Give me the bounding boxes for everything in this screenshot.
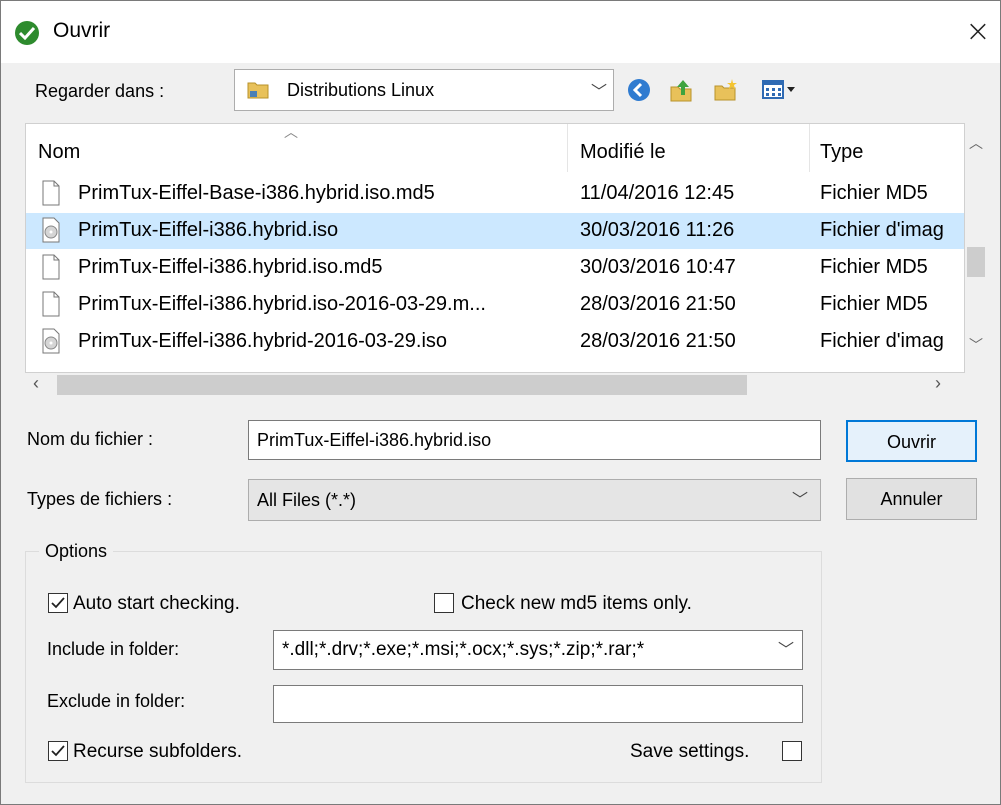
scroll-up-icon[interactable]: ︿ — [969, 133, 983, 153]
recurse-label: Recurse subfolders. — [73, 741, 242, 762]
save-settings-label: Save settings. — [630, 741, 750, 762]
file-name: PrimTux-Eiffel-i386.hybrid.iso — [78, 219, 339, 241]
open-dialog: Ouvrir × Regarder dans : Distributions L… — [0, 0, 1001, 805]
new-folder-icon[interactable] — [713, 77, 739, 103]
file-name: PrimTux-Eiffel-i386.hybrid.iso-2016-03-2… — [78, 293, 486, 315]
file-date: 30/03/2016 11:26 — [580, 219, 735, 241]
file-date: 28/03/2016 21:50 — [580, 330, 736, 352]
filetypes-select[interactable]: All Files (*.*) ﹀ — [248, 479, 821, 521]
vertical-scroll-thumb[interactable] — [967, 247, 985, 277]
include-select[interactable]: *.dll;*.drv;*.exe;*.msi;*.ocx;*.sys;*.zi… — [273, 630, 803, 670]
include-label: Include in folder: — [47, 639, 180, 659]
document-icon — [42, 254, 60, 280]
filetypes-value: All Files (*.*) — [257, 490, 357, 510]
chevron-down-icon: ﹀ — [791, 490, 808, 509]
column-header-name[interactable]: Nom — [38, 124, 568, 172]
auto-start-label: Auto start checking. — [73, 593, 240, 614]
save-settings-checkbox[interactable] — [782, 741, 802, 761]
disc-image-icon — [42, 328, 60, 354]
exclude-label: Exclude in folder: — [47, 691, 186, 711]
horizontal-scrollbar[interactable]: ‹ › — [25, 373, 987, 397]
exclude-input[interactable] — [273, 685, 803, 723]
scroll-left-icon[interactable]: ‹ — [33, 373, 39, 394]
document-icon — [42, 291, 60, 317]
column-header-modified[interactable]: Modifié le — [580, 124, 810, 172]
file-date: 28/03/2016 21:50 — [580, 293, 736, 315]
vertical-scrollbar[interactable]: ︿ ﹀ — [965, 123, 987, 373]
file-name: PrimTux-Eiffel-i386.hybrid-2016-03-29.is… — [78, 330, 448, 352]
file-type: Fichier MD5 — [820, 293, 928, 315]
column-header-type[interactable]: Type — [820, 124, 964, 172]
document-icon — [42, 180, 60, 206]
disc-image-icon — [42, 217, 60, 243]
lookin-label: Regarder dans : — [35, 81, 165, 101]
up-folder-icon[interactable] — [668, 77, 694, 103]
view-menu-icon[interactable] — [761, 77, 801, 103]
lookin-combo[interactable]: Distributions Linux ﹀ — [234, 69, 614, 111]
title-bar: Ouvrir × — [1, 1, 1000, 63]
file-row-selected[interactable]: PrimTux-Eiffel-i386.hybrid.iso 30/03/201… — [26, 213, 964, 249]
file-name: PrimTux-Eiffel-Base-i386.hybrid.iso.md5 — [78, 182, 435, 204]
file-type: Fichier d'imag — [820, 219, 944, 241]
recurse-checkbox[interactable] — [48, 741, 68, 761]
file-list[interactable]: ︿ Nom Modifié le Type PrimTux-Eiffel-Bas… — [25, 123, 965, 373]
filetypes-label: Types de fichiers : — [27, 489, 173, 509]
window-title: Ouvrir — [53, 19, 111, 42]
chevron-down-icon: ﹀ — [773, 631, 794, 669]
green-check-icon — [15, 21, 39, 45]
scroll-down-icon[interactable]: ﹀ — [969, 335, 983, 355]
check-new-md5-label: Check new md5 items only. — [461, 593, 692, 614]
file-row[interactable]: PrimTux-Eiffel-i386.hybrid-2016-03-29.is… — [26, 324, 964, 360]
chevron-down-icon: ﹀ — [590, 82, 607, 101]
file-row[interactable]: PrimTux-Eiffel-Base-i386.hybrid.iso.md5 … — [26, 176, 964, 212]
cancel-button[interactable]: Annuler — [846, 478, 977, 520]
lookin-value: Distributions Linux — [287, 80, 435, 100]
horizontal-scroll-thumb[interactable] — [57, 375, 747, 395]
file-row[interactable]: PrimTux-Eiffel-i386.hybrid.iso.md5 30/03… — [26, 250, 964, 286]
back-icon[interactable] — [626, 77, 652, 103]
open-button[interactable]: Ouvrir — [846, 420, 977, 462]
scroll-right-icon[interactable]: › — [935, 373, 941, 394]
options-title: Options — [39, 541, 114, 562]
filename-input[interactable]: PrimTux-Eiffel-i386.hybrid.iso — [248, 420, 821, 460]
file-row[interactable]: PrimTux-Eiffel-i386.hybrid.iso-2016-03-2… — [26, 287, 964, 323]
file-type: Fichier d'imag — [820, 330, 944, 352]
file-name: PrimTux-Eiffel-i386.hybrid.iso.md5 — [78, 256, 383, 278]
check-new-md5-checkbox[interactable] — [434, 593, 454, 613]
file-date: 11/04/2016 12:45 — [580, 182, 735, 204]
file-type: Fichier MD5 — [820, 182, 928, 204]
filename-label: Nom du fichier : — [27, 429, 154, 449]
folder-icon — [247, 78, 269, 100]
include-value: *.dll;*.drv;*.exe;*.msi;*.ocx;*.sys;*.zi… — [282, 639, 645, 660]
file-date: 30/03/2016 10:47 — [580, 256, 736, 278]
auto-start-checkbox[interactable] — [48, 593, 68, 613]
file-type: Fichier MD5 — [820, 256, 928, 278]
close-button[interactable]: × — [961, 15, 995, 49]
